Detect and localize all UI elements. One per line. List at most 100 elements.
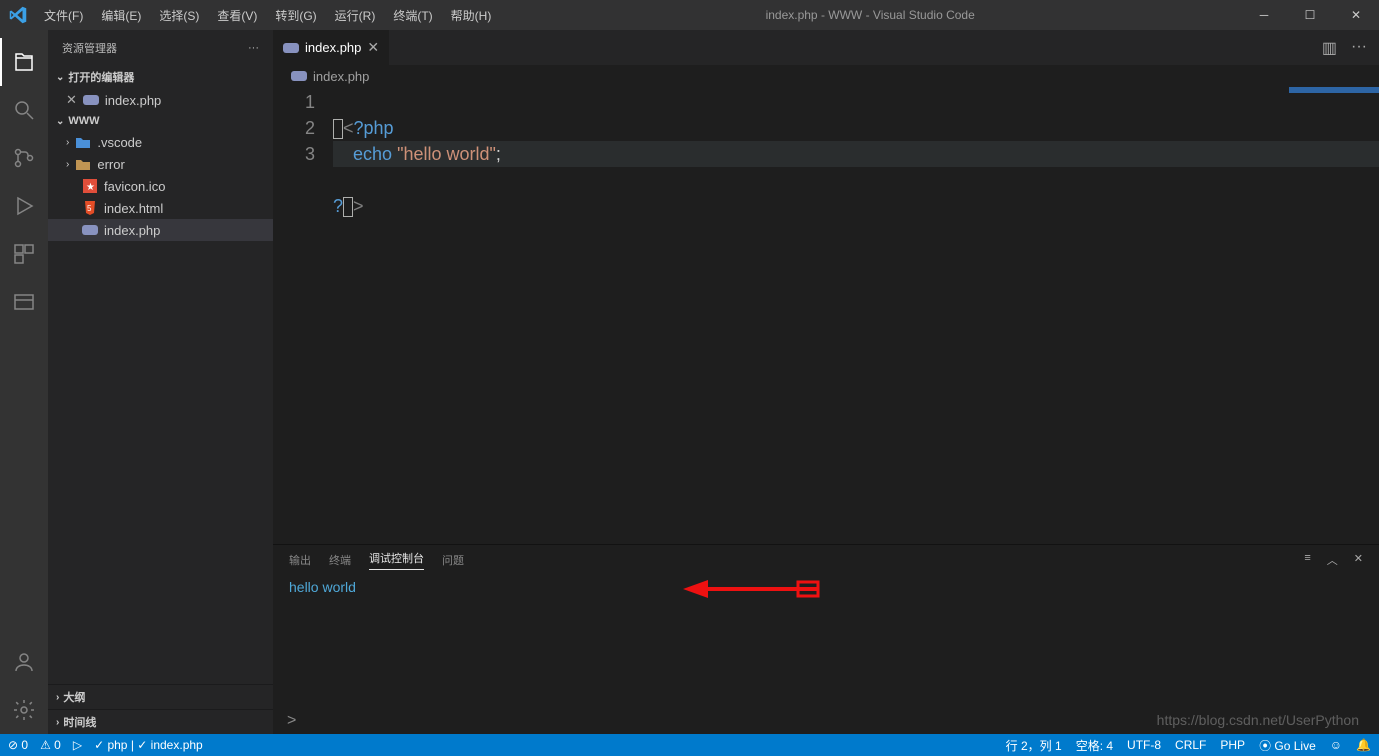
status-bell-icon[interactable]: 🔔 — [1356, 738, 1371, 752]
status-lang-check[interactable]: ✓ php | ✓ index.php — [94, 738, 203, 752]
folder-icon — [75, 156, 91, 172]
status-eol[interactable]: CRLF — [1175, 738, 1206, 752]
php-file-icon — [283, 43, 299, 53]
tree-item-label: favicon.ico — [104, 179, 165, 194]
maximize-button[interactable]: ☐ — [1287, 0, 1333, 30]
minimap[interactable] — [1289, 87, 1379, 544]
close-panel-icon[interactable]: ✕ — [1354, 552, 1363, 568]
status-errors[interactable]: ⊘ 0 — [8, 738, 28, 752]
bottom-panel: 输出 终端 调试控制台 问题 ≡ ︿ ✕ hello world > — [273, 544, 1379, 734]
close-icon[interactable]: ✕ — [367, 39, 379, 56]
open-editors-label: 打开的编辑器 — [68, 69, 134, 85]
debug-console-body[interactable]: hello world — [273, 575, 1379, 712]
panel-tab-debug-console[interactable]: 调试控制台 — [369, 550, 424, 570]
code-token — [333, 144, 353, 164]
chevron-right-icon: › — [66, 137, 69, 148]
more-icon[interactable]: ··· — [248, 42, 259, 54]
code-token: < — [343, 118, 354, 138]
tree-item-label: error — [97, 157, 124, 172]
main-area: 资源管理器 ··· ⌄ 打开的编辑器 ✕ index.php ⌄ WWW › .… — [0, 30, 1379, 734]
menu-file[interactable]: 文件(F) — [36, 3, 91, 28]
editor-area: index.php ✕ ▥ ··· index.php 1 2 3 <?php … — [273, 30, 1379, 734]
code-token: ; — [496, 144, 501, 164]
chevron-down-icon: ⌄ — [56, 72, 64, 83]
outline-label: 大纲 — [63, 689, 85, 705]
tree-item-label: index.php — [104, 223, 160, 238]
run-debug-icon[interactable] — [0, 182, 48, 230]
timeline-section[interactable]: › 时间线 — [48, 709, 273, 734]
status-encoding[interactable]: UTF-8 — [1127, 738, 1161, 752]
explorer-sidebar: 资源管理器 ··· ⌄ 打开的编辑器 ✕ index.php ⌄ WWW › .… — [48, 30, 273, 734]
explorer-icon[interactable] — [0, 38, 48, 86]
chevron-right-icon: › — [66, 159, 69, 170]
menu-go[interactable]: 转到(G) — [267, 3, 324, 28]
editor-tab-bar: index.php ✕ ▥ ··· — [273, 30, 1379, 65]
tree-file-php[interactable]: index.php — [48, 219, 273, 241]
editor-tab-index-php[interactable]: index.php ✕ — [273, 30, 389, 65]
tree-item-label: .vscode — [97, 135, 142, 150]
menu-view[interactable]: 查看(V) — [209, 3, 265, 28]
menu-edit[interactable]: 编辑(E) — [93, 3, 149, 28]
account-icon[interactable] — [0, 638, 48, 686]
status-go-live[interactable]: ⦿ Go Live — [1259, 737, 1316, 754]
extensions-icon[interactable] — [0, 230, 48, 278]
tree-folder-vscode[interactable]: › .vscode — [48, 131, 273, 153]
panel-tab-problems[interactable]: 问题 — [442, 552, 464, 568]
tree-folder-error[interactable]: › error — [48, 153, 273, 175]
menu-bar: 文件(F) 编辑(E) 选择(S) 查看(V) 转到(G) 运行(R) 终端(T… — [36, 3, 499, 28]
php-file-icon — [82, 222, 98, 238]
source-control-icon[interactable] — [0, 134, 48, 182]
timeline-label: 时间线 — [63, 714, 96, 730]
close-icon[interactable]: ✕ — [66, 92, 77, 108]
settings-gear-icon[interactable] — [0, 686, 48, 734]
window-controls: ─ ☐ ✕ — [1241, 0, 1379, 30]
php-file-icon — [291, 71, 307, 81]
code-editor[interactable]: 1 2 3 <?php echo "hello world"; ?> — [273, 87, 1379, 544]
collapse-panel-icon[interactable]: ︿ — [1327, 552, 1338, 568]
titlebar: 文件(F) 编辑(E) 选择(S) 查看(V) 转到(G) 运行(R) 终端(T… — [0, 0, 1379, 30]
html-file-icon: 5 — [82, 200, 98, 216]
filter-icon[interactable]: ≡ — [1304, 552, 1310, 568]
more-icon[interactable]: ··· — [1351, 38, 1367, 58]
close-button[interactable]: ✕ — [1333, 0, 1379, 30]
svg-text:★: ★ — [86, 182, 95, 193]
status-spaces[interactable]: 空格: 4 — [1076, 737, 1113, 754]
minimize-button[interactable]: ─ — [1241, 0, 1287, 30]
tree-file-favicon[interactable]: ★ favicon.ico — [48, 175, 273, 197]
open-editors-section[interactable]: ⌄ 打开的编辑器 — [48, 65, 273, 89]
status-feedback-icon[interactable]: ☺ — [1330, 738, 1342, 752]
line-number: 2 — [273, 115, 315, 141]
code-token: ?php — [354, 118, 394, 138]
vscode-logo-icon — [0, 6, 36, 24]
panel-tab-bar: 输出 终端 调试控制台 问题 ≡ ︿ ✕ — [273, 545, 1379, 575]
tree-item-label: index.html — [104, 201, 163, 216]
window-title: index.php - WWW - Visual Studio Code — [499, 8, 1241, 22]
panel-tab-output[interactable]: 输出 — [289, 552, 311, 568]
layout-icon[interactable] — [0, 278, 48, 326]
menu-terminal[interactable]: 终端(T) — [385, 3, 440, 28]
folder-icon — [75, 134, 91, 150]
open-editor-item[interactable]: ✕ index.php — [48, 89, 273, 111]
panel-tab-terminal[interactable]: 终端 — [329, 552, 351, 568]
menu-select[interactable]: 选择(S) — [151, 3, 207, 28]
favicon-file-icon: ★ — [82, 178, 98, 194]
status-language[interactable]: PHP — [1220, 738, 1245, 752]
line-number: 1 — [273, 89, 315, 115]
status-warnings[interactable]: ⚠ 0 — [40, 738, 61, 752]
code-content: <?php echo "hello world"; ?> — [333, 87, 1379, 544]
workspace-section[interactable]: ⌄ WWW — [48, 111, 273, 131]
status-line-col[interactable]: 行 2，列 1 — [1006, 737, 1062, 754]
tree-file-html[interactable]: 5 index.html — [48, 197, 273, 219]
menu-help[interactable]: 帮助(H) — [443, 3, 500, 28]
status-run-icon[interactable]: ▷ — [73, 738, 82, 752]
editor-tab-label: index.php — [305, 40, 361, 55]
search-icon[interactable] — [0, 86, 48, 134]
outline-section[interactable]: › 大纲 — [48, 684, 273, 709]
split-editor-icon[interactable]: ▥ — [1322, 38, 1337, 58]
line-gutter: 1 2 3 — [273, 87, 333, 544]
menu-run[interactable]: 运行(R) — [327, 3, 384, 28]
chevron-down-icon: ⌄ — [56, 116, 64, 127]
workspace-label: WWW — [68, 115, 99, 127]
chevron-right-icon: › — [56, 717, 59, 728]
breadcrumb[interactable]: index.php — [273, 65, 1379, 87]
